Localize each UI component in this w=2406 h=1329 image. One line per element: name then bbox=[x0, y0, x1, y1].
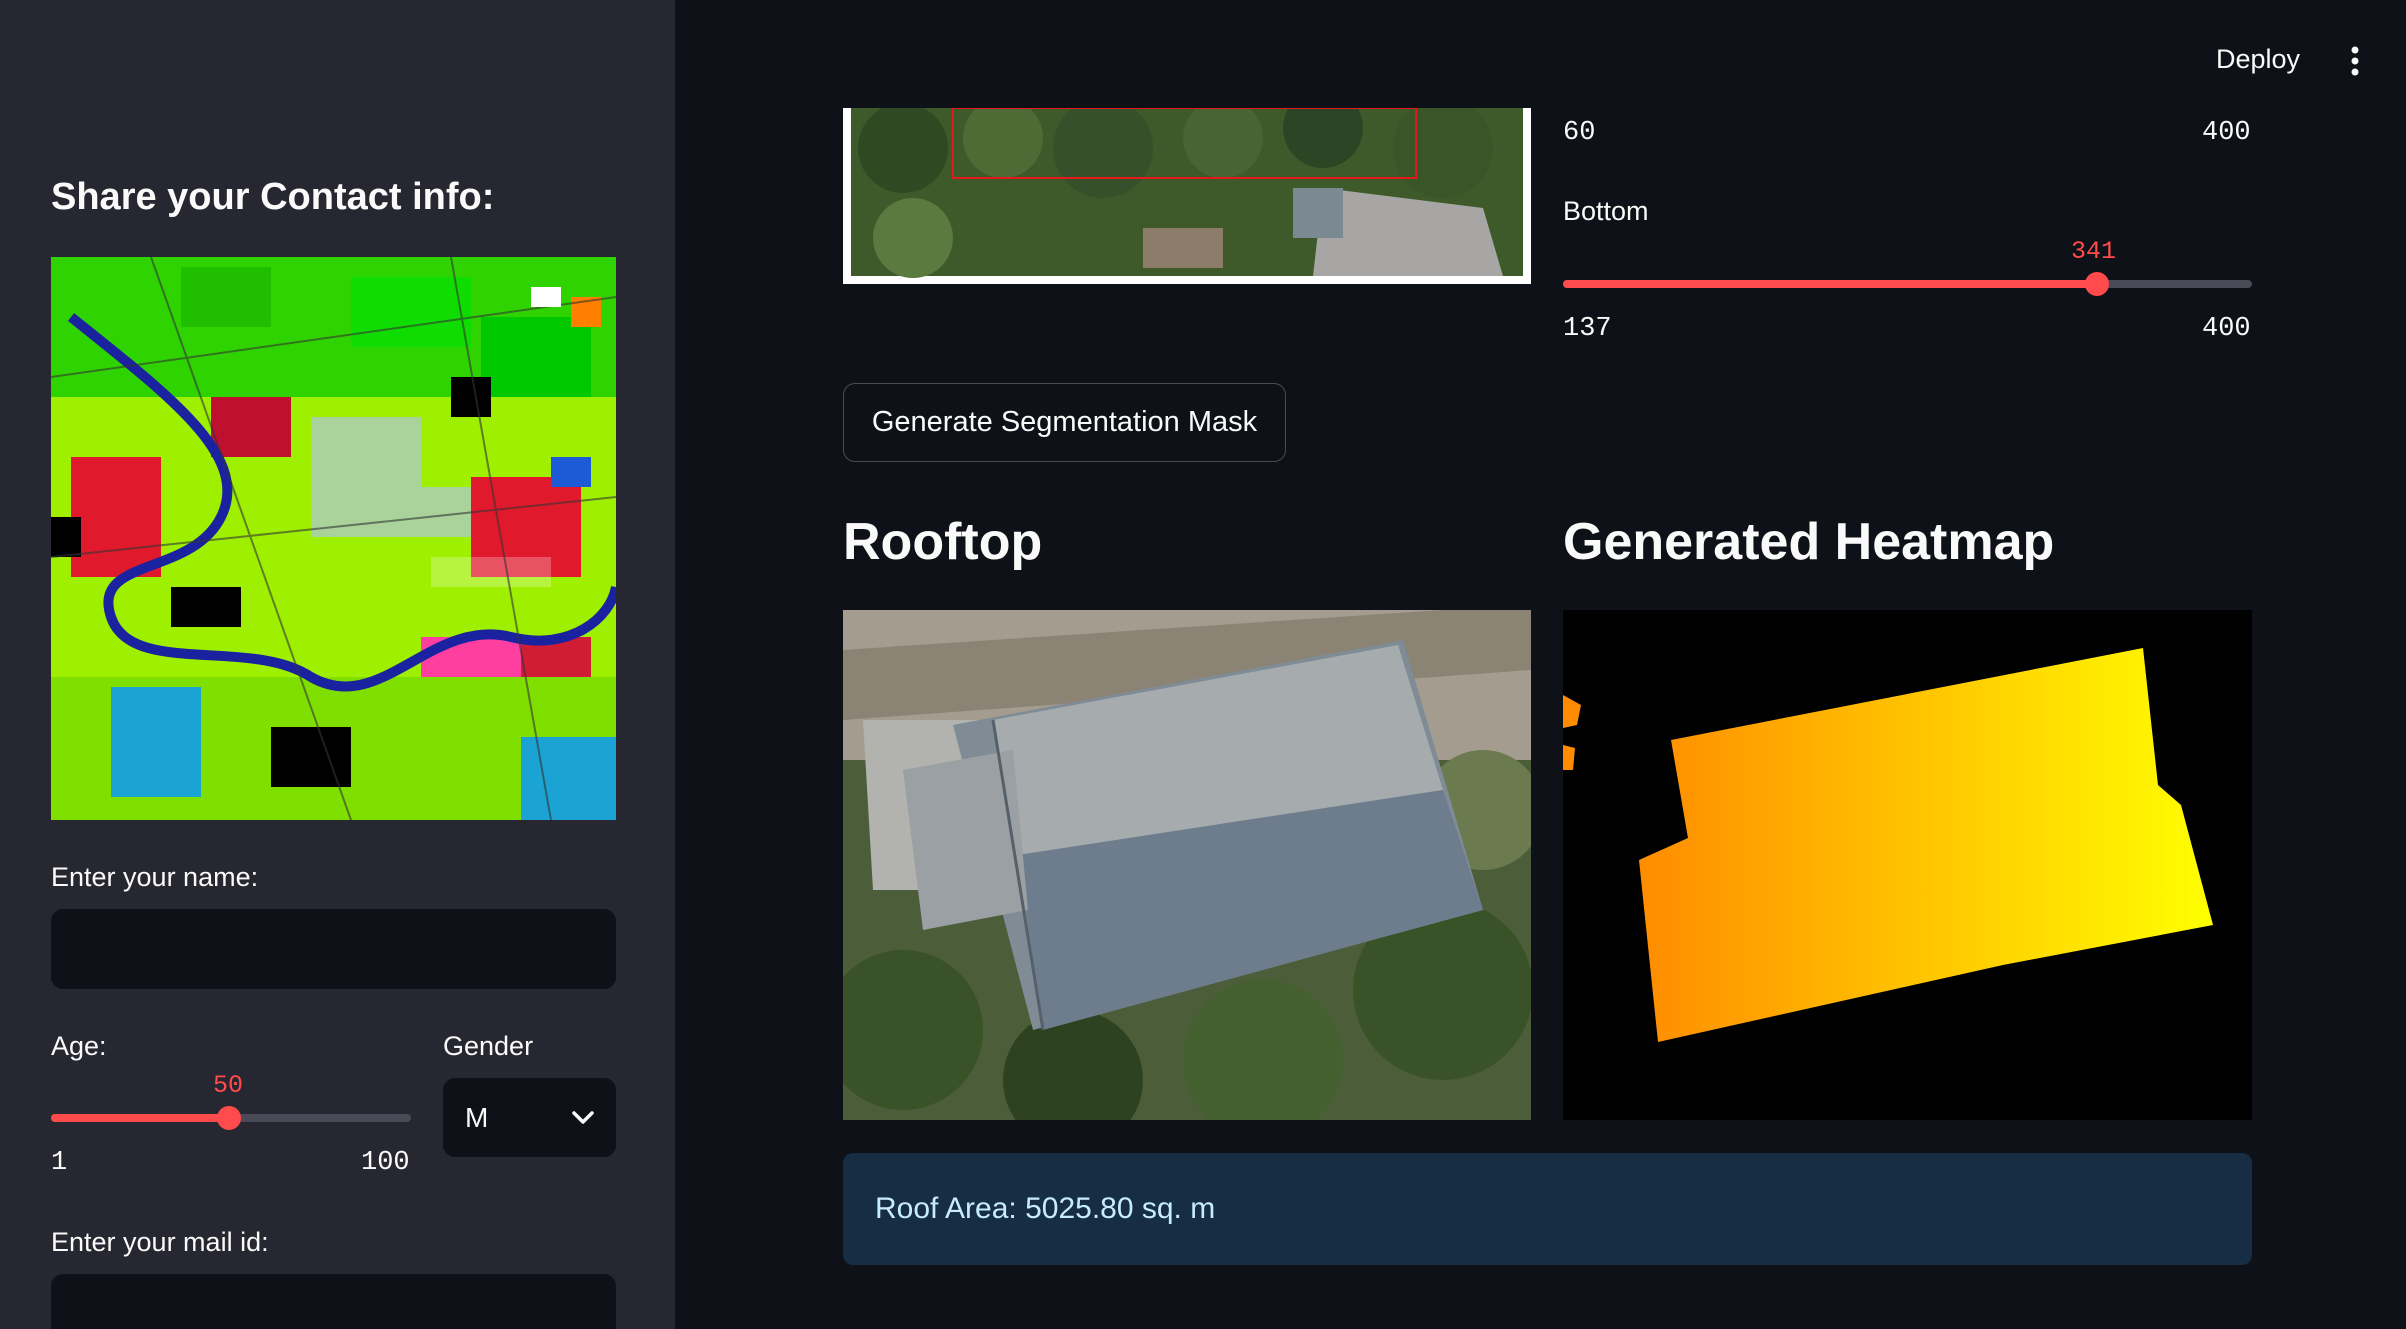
name-label: Enter your name: bbox=[51, 862, 259, 892]
heatmap-graphic bbox=[1563, 610, 2252, 1120]
bottom-slider[interactable] bbox=[1563, 272, 2252, 296]
top-slider-min: 60 bbox=[1563, 118, 1596, 148]
sidebar-heading: Share your Contact info: bbox=[51, 176, 495, 218]
landcover-map-image bbox=[51, 257, 616, 820]
top-slider-max: 400 bbox=[2202, 118, 2251, 148]
roof-area-text: Roof Area: 5025.80 sq. m bbox=[875, 1192, 1216, 1225]
gender-select[interactable]: M bbox=[443, 1078, 616, 1157]
crop-preview-image bbox=[843, 108, 1531, 284]
age-slider[interactable] bbox=[51, 1106, 411, 1130]
gender-label: Gender bbox=[443, 1031, 534, 1061]
age-slider-min: 1 bbox=[51, 1148, 68, 1178]
bottom-slider-thumb[interactable] bbox=[2085, 272, 2110, 296]
roof-area-info: Roof Area: 5025.80 sq. m bbox=[843, 1153, 2252, 1265]
heatmap-title: Generated Heatmap bbox=[1563, 513, 2055, 571]
rooftop-image bbox=[843, 610, 1531, 1120]
gender-selected-value: M bbox=[465, 1101, 489, 1133]
bottom-slider-max: 400 bbox=[2202, 314, 2251, 344]
bottom-slider-label: Bottom bbox=[1563, 196, 1649, 226]
chevron-down-icon bbox=[572, 1110, 594, 1124]
bottom-slider-fill bbox=[1563, 280, 2098, 288]
age-label: Age: bbox=[51, 1031, 107, 1061]
rooftop-title: Rooftop bbox=[843, 513, 1043, 571]
age-slider-max: 100 bbox=[361, 1148, 410, 1178]
age-slider-fill bbox=[51, 1114, 230, 1122]
age-slider-value: 50 bbox=[213, 1071, 244, 1100]
mail-input[interactable] bbox=[51, 1274, 616, 1329]
landcover-map-graphic bbox=[51, 257, 616, 820]
mail-label: Enter your mail id: bbox=[51, 1227, 269, 1257]
heatmap-image bbox=[1563, 610, 2252, 1120]
rooftop-graphic bbox=[843, 610, 1531, 1120]
deploy-button[interactable]: Deploy bbox=[2216, 44, 2300, 75]
bottom-slider-value: 341 bbox=[2071, 237, 2117, 266]
generate-segmentation-mask-button[interactable]: Generate Segmentation Mask bbox=[843, 383, 1286, 462]
age-slider-thumb[interactable] bbox=[217, 1106, 242, 1130]
vertical-ellipsis-icon[interactable] bbox=[2348, 46, 2362, 76]
name-input[interactable] bbox=[51, 909, 616, 989]
bottom-slider-min: 137 bbox=[1563, 314, 1612, 344]
sidebar: Share your Contact info: Enter your name… bbox=[0, 0, 675, 1329]
crop-preview-graphic bbox=[843, 108, 1531, 284]
